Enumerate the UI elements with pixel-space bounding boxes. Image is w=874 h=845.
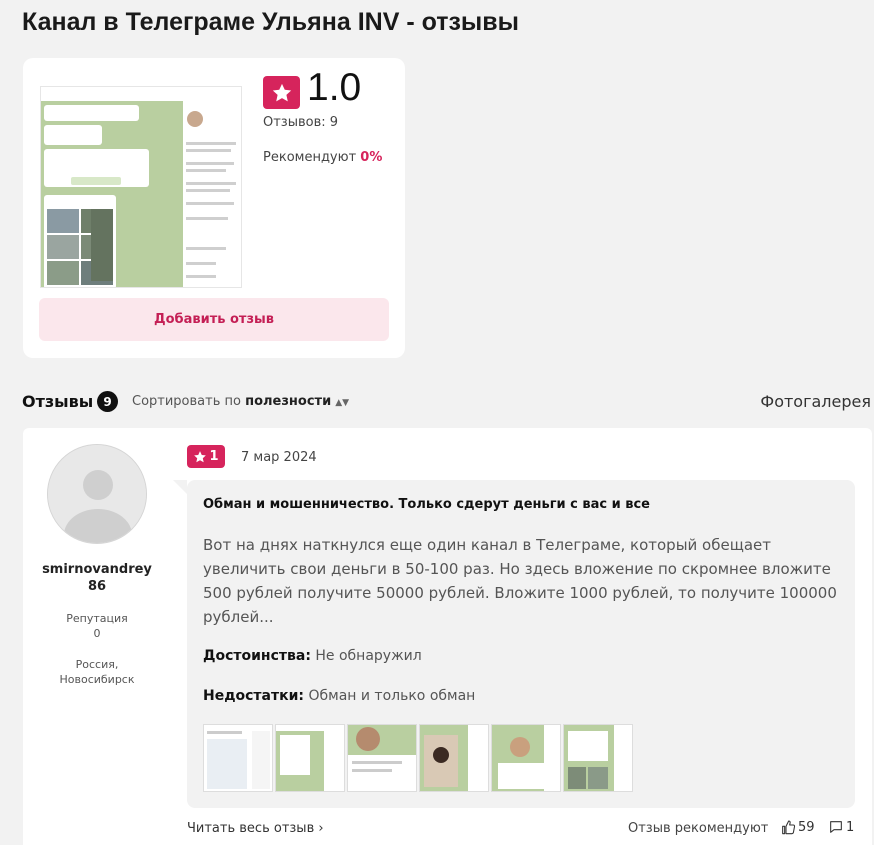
sort-prefix: Сортировать по: [132, 394, 241, 409]
sort-dropdown[interactable]: Сортировать по полезности ▲▼: [132, 394, 349, 409]
review-photo[interactable]: [563, 724, 633, 792]
comments-count: 1: [846, 819, 855, 835]
sort-arrows-icon: ▲▼: [335, 398, 350, 408]
location-line-1: Россия,: [75, 658, 119, 671]
review-photo[interactable]: [491, 724, 561, 792]
star-icon: [263, 76, 300, 109]
thumbs-up-icon: [782, 820, 796, 835]
review-rating: 1: [209, 449, 219, 464]
review-photo[interactable]: [347, 724, 417, 792]
avatar[interactable]: [47, 444, 147, 544]
review-heading[interactable]: Обман и мошенничество. Только сдерут ден…: [203, 497, 650, 512]
cons-value: Обман и только обман: [308, 688, 476, 704]
page-title: Канал в Телеграме Ульяна INV - отзывы: [22, 8, 519, 36]
author-score: 86: [87, 579, 107, 594]
review-pros: Достоинства: Не обнаружил: [203, 648, 422, 664]
recommend-stat: Рекомендуют 0%: [263, 150, 382, 165]
reviews-count: Отзывов: 9: [263, 115, 339, 130]
review-text: Вот на днях наткнулся еще один канал в Т…: [203, 536, 837, 626]
review-recommend-label: Отзыв рекомендуют: [628, 821, 769, 836]
recommend-label: Рекомендуют: [263, 150, 357, 165]
review-photo[interactable]: [203, 724, 273, 792]
reviews-count-badge: 9: [97, 391, 118, 412]
like-button[interactable]: 59: [780, 819, 815, 835]
author-location: Россия, Новосибирск: [23, 657, 171, 687]
review-author[interactable]: smirnovandrey: [23, 562, 171, 577]
photo-gallery-link[interactable]: Фотогалерея: [760, 392, 871, 411]
review-card: smirnovandrey 86 Репутация 0 Россия, Нов…: [23, 428, 872, 845]
recommend-percent: 0%: [360, 150, 383, 165]
cons-label: Недостатки:: [203, 688, 305, 704]
reviews-header: Отзывы 9 Сортировать по полезности ▲▼ Фот…: [22, 390, 874, 414]
review-body: Обман и мошенничество. Только сдерут ден…: [173, 480, 855, 808]
review-date: 7 мар 2024: [241, 450, 317, 465]
comments-button[interactable]: 1: [828, 819, 854, 835]
product-image[interactable]: [40, 86, 242, 288]
product-card: 1.0 Отзывов: 9 Рекомендуют 0% Добавить о…: [23, 58, 405, 358]
reviews-title: Отзывы: [22, 392, 94, 411]
review-rating-badge: 1: [187, 445, 225, 468]
likes-count: 59: [798, 819, 815, 835]
review-cons: Недостатки: Обман и только обман: [203, 688, 475, 704]
review-photo[interactable]: [275, 724, 345, 792]
read-full-label: Читать весь отзыв: [187, 821, 315, 836]
star-icon: [194, 450, 207, 462]
review-photo[interactable]: [419, 724, 489, 792]
average-rating: 1.0: [307, 66, 362, 109]
reputation-value: 0: [93, 627, 101, 640]
pros-value: Не обнаружил: [315, 648, 422, 664]
comment-icon: [830, 821, 842, 833]
pros-label: Достоинства:: [203, 648, 311, 664]
chevron-right-icon: ›: [318, 821, 324, 836]
read-full-review-link[interactable]: Читать весь отзыв ›: [187, 821, 324, 836]
sort-value: полезности: [245, 394, 332, 409]
reputation-label: Репутация: [66, 612, 128, 625]
location-line-2: Новосибирск: [59, 673, 135, 686]
add-review-button[interactable]: Добавить отзыв: [39, 298, 389, 341]
review-photos: [203, 724, 633, 792]
